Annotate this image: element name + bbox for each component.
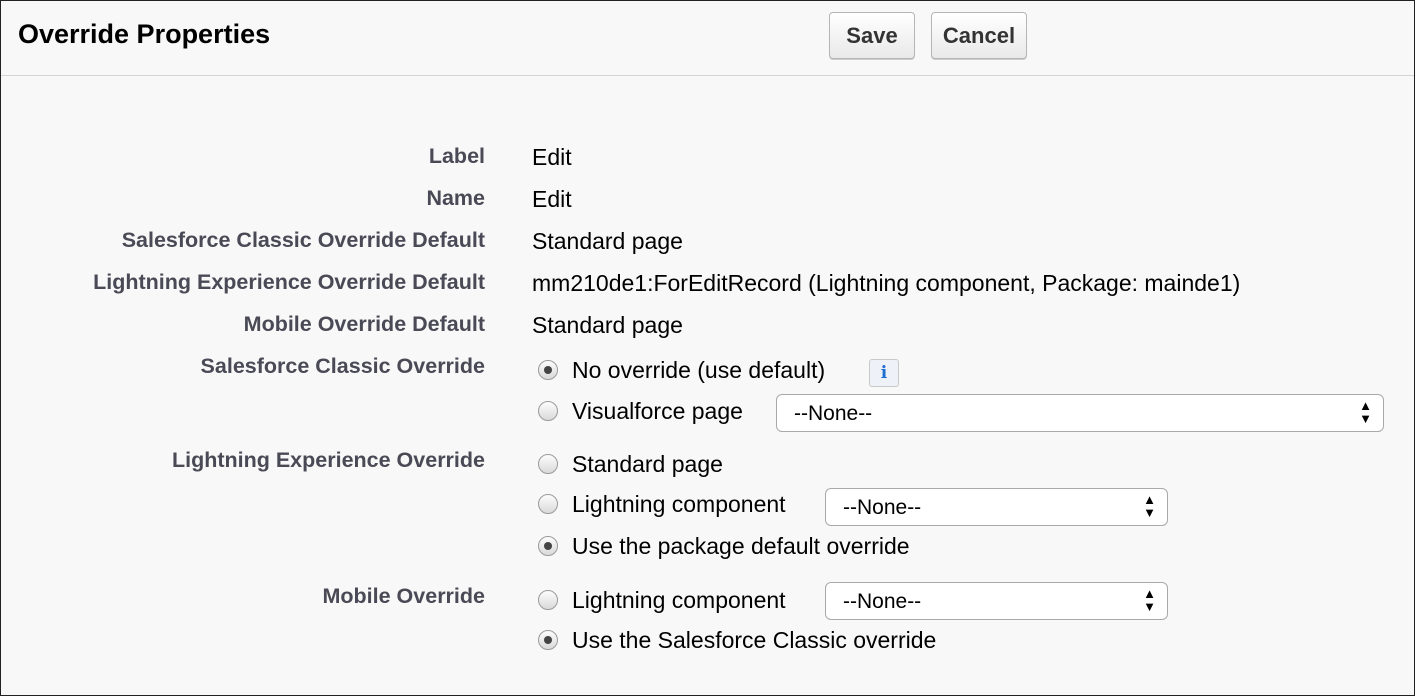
mobile-component-select-value: --None-- (843, 590, 922, 613)
classic-visualforce-option[interactable]: Visualforce page (538, 398, 743, 424)
mobile-default-value: Standard page (532, 312, 683, 338)
lightning-component-select-value: --None-- (843, 496, 922, 519)
label-field-value: Edit (532, 144, 572, 170)
lightning-package-default-option[interactable]: Use the package default override (538, 533, 910, 559)
mobile-override-label: Mobile Override (322, 584, 486, 608)
page-header: Override Properties Save Cancel (1, 1, 1414, 76)
classic-no-override-radio[interactable] (538, 360, 558, 380)
visualforce-page-select[interactable]: --None-- ▲ ▼ (776, 394, 1384, 432)
visualforce-page-select-value: --None-- (794, 402, 873, 425)
cancel-button[interactable]: Cancel (931, 12, 1027, 59)
lightning-package-default-radio[interactable] (538, 536, 558, 556)
classic-visualforce-text: Visualforce page (572, 397, 743, 424)
lightning-standard-page-radio[interactable] (538, 454, 558, 474)
classic-visualforce-radio[interactable] (538, 401, 558, 421)
lightning-component-text: Lightning component (572, 490, 786, 517)
info-icon[interactable]: i (869, 359, 899, 387)
lightning-default-label: Lightning Experience Override Default (93, 270, 485, 294)
classic-default-label: Salesforce Classic Override Default (121, 228, 485, 252)
label-field-label: Label (428, 144, 485, 168)
lightning-standard-page-option[interactable]: Standard page (538, 451, 723, 477)
mobile-classic-override-text: Use the Salesforce Classic override (572, 626, 937, 653)
mobile-component-select[interactable]: --None-- ▲ ▼ (825, 582, 1168, 620)
select-arrows-icon: ▲ ▼ (1143, 586, 1156, 614)
name-field-label: Name (426, 186, 485, 210)
lightning-component-select[interactable]: --None-- ▲ ▼ (825, 488, 1168, 526)
page-title: Override Properties (18, 19, 271, 49)
mobile-default-label: Mobile Override Default (243, 312, 485, 336)
classic-no-override-text: No override (use default) (572, 356, 826, 383)
lightning-override-label: Lightning Experience Override (171, 448, 485, 472)
save-button[interactable]: Save (829, 12, 915, 59)
classic-default-value: Standard page (532, 228, 683, 254)
select-arrows-icon: ▲ ▼ (1359, 398, 1372, 426)
mobile-lightning-component-text: Lightning component (572, 586, 786, 613)
override-properties-panel: Override Properties Save Cancel Label Ed… (0, 0, 1415, 696)
name-field-value: Edit (532, 186, 572, 212)
mobile-lightning-component-option[interactable]: Lightning component (538, 587, 786, 613)
classic-no-override-option[interactable]: No override (use default) (538, 357, 825, 383)
mobile-classic-override-radio[interactable] (538, 630, 558, 650)
mobile-lightning-component-radio[interactable] (538, 590, 558, 610)
lightning-package-default-text: Use the package default override (572, 532, 910, 559)
lightning-component-option[interactable]: Lightning component (538, 491, 786, 517)
lightning-default-value: mm210de1:ForEditRecord (Lightning compon… (532, 270, 1241, 296)
lightning-standard-page-text: Standard page (572, 450, 723, 477)
mobile-classic-override-option[interactable]: Use the Salesforce Classic override (538, 627, 936, 653)
select-arrows-icon: ▲ ▼ (1143, 492, 1156, 520)
classic-override-label: Salesforce Classic Override (200, 354, 485, 378)
lightning-component-radio[interactable] (538, 494, 558, 514)
